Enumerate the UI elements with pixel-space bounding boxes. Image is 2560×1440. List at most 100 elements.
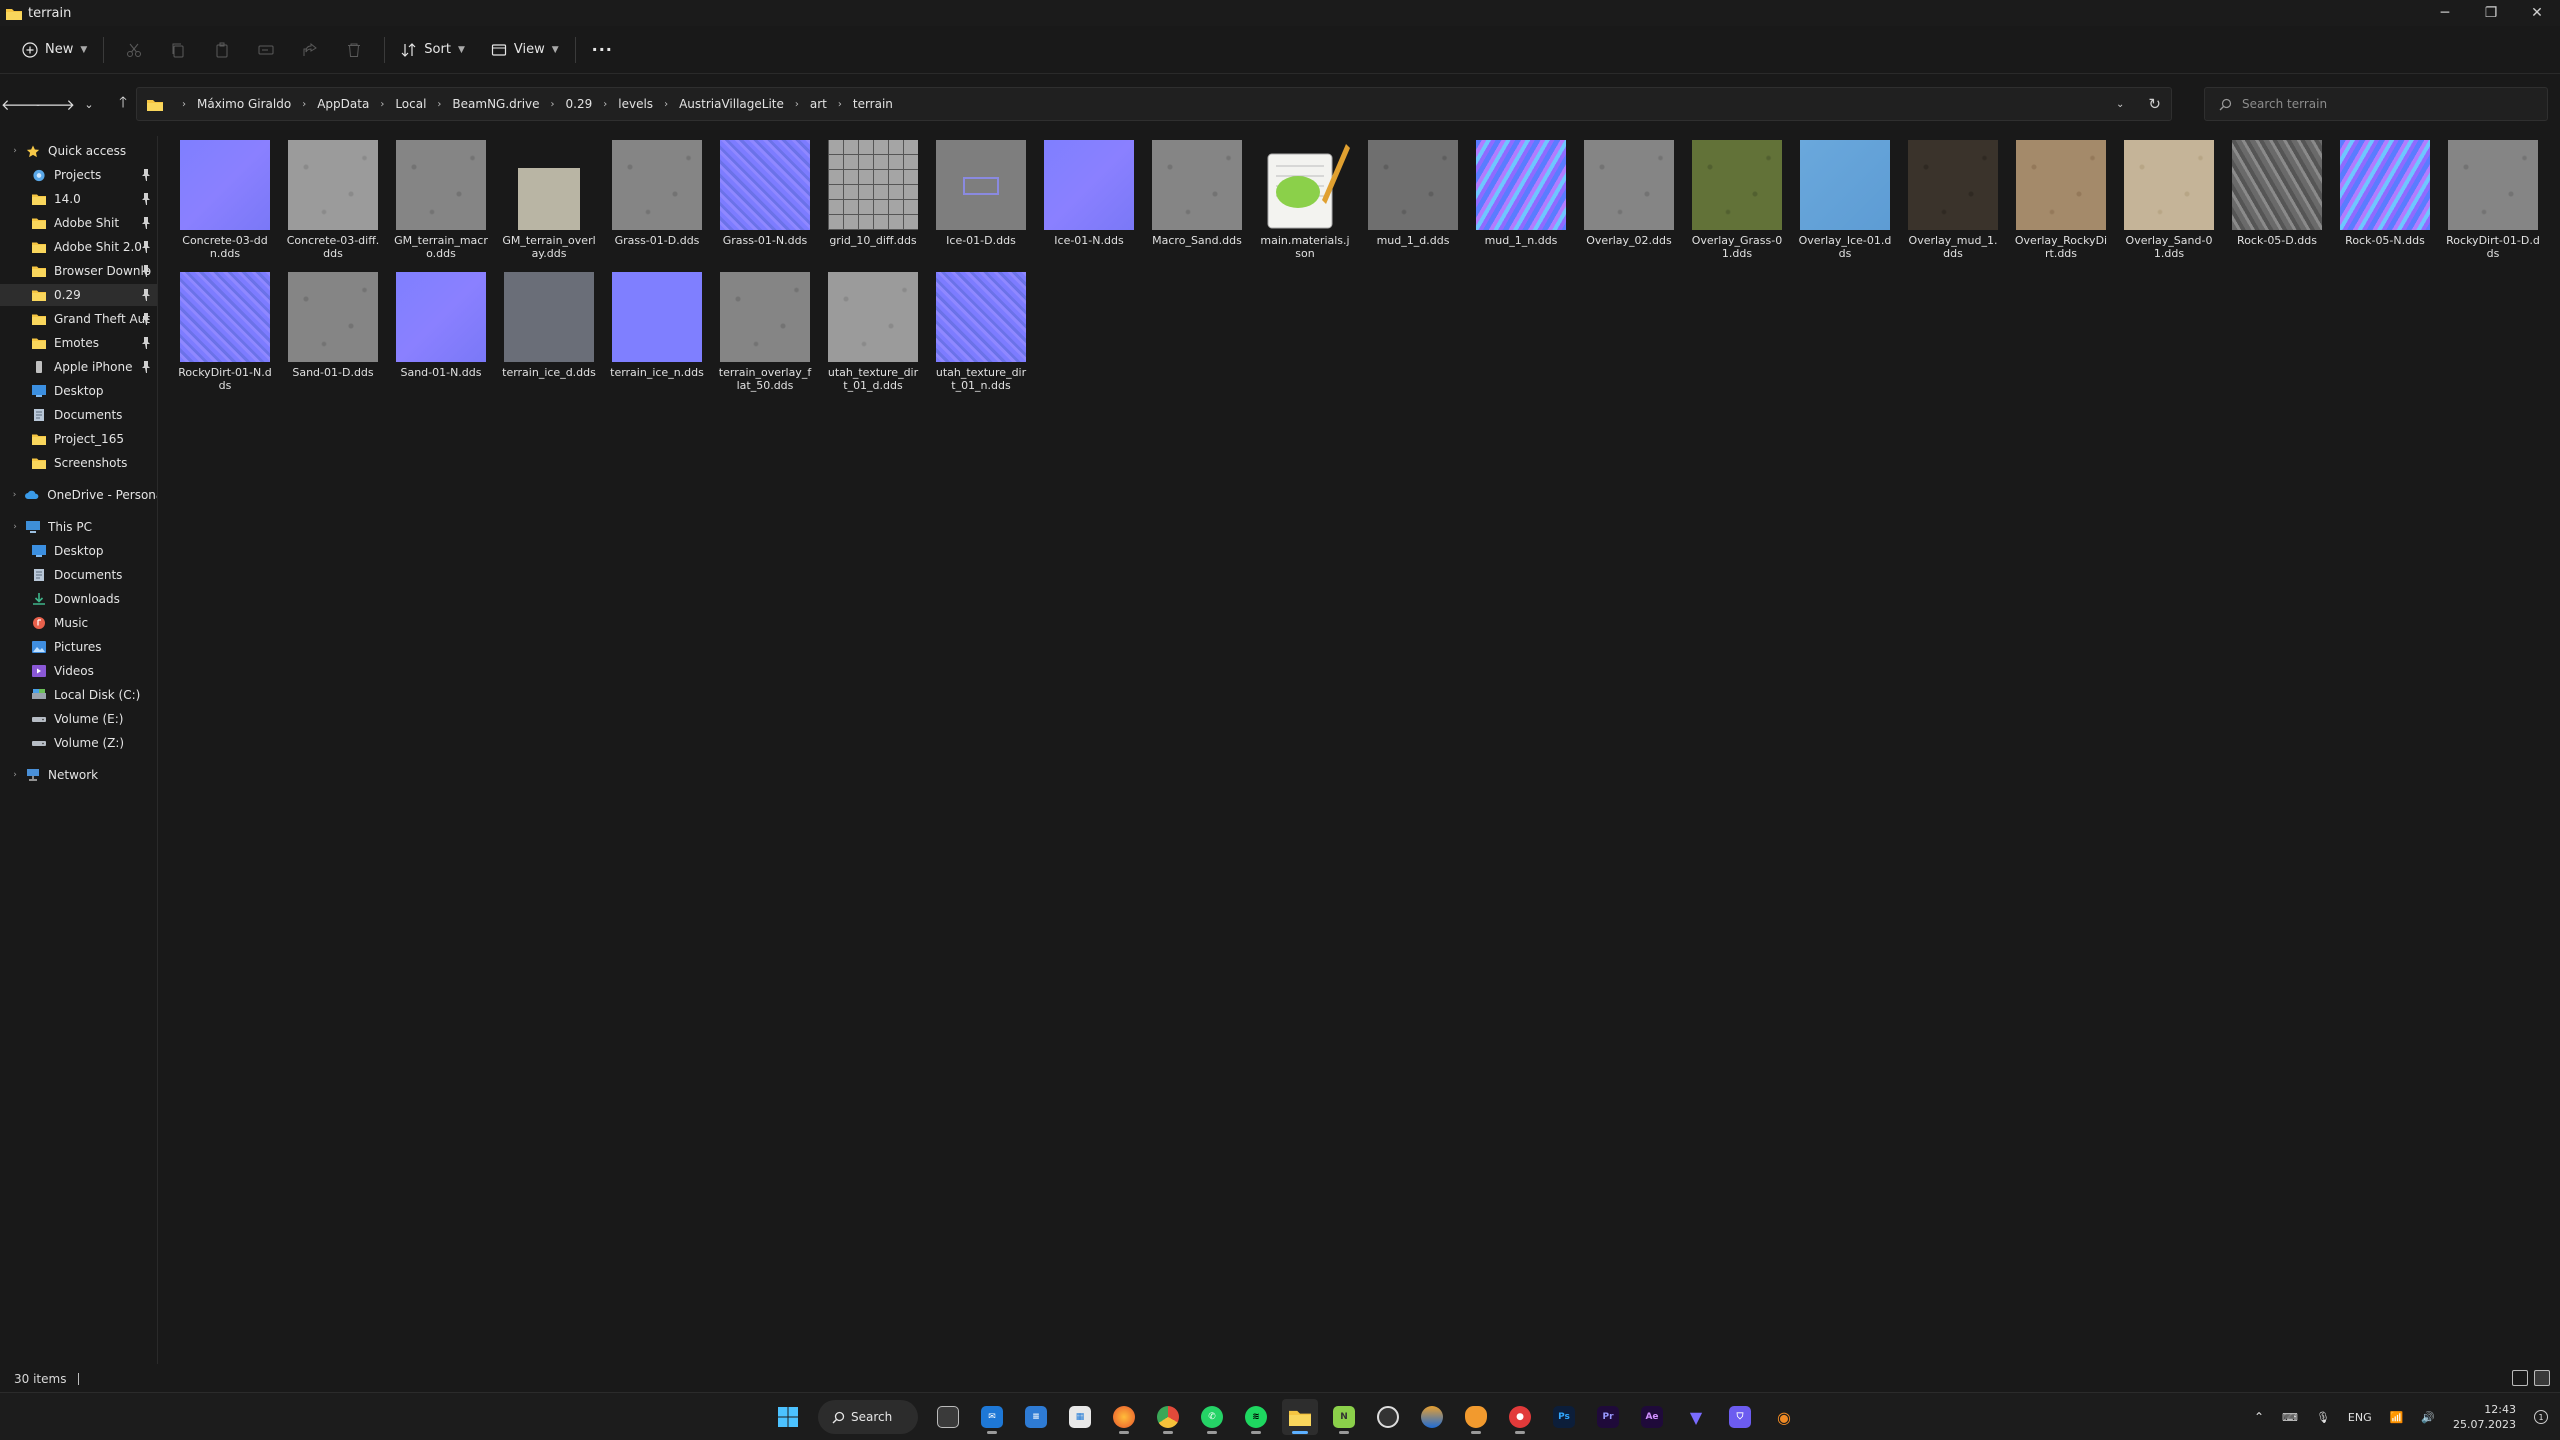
file-item[interactable]: Overlay_Sand-01.dds [2122,140,2216,268]
volume-icon[interactable]: 🔊 [2421,1411,2435,1424]
rename-icon[interactable] [244,33,288,67]
firefox-icon[interactable] [1106,1399,1142,1435]
minimize-button[interactable]: ─ [2422,0,2468,26]
spotify-icon[interactable]: ≋ [1238,1399,1274,1435]
obs-icon[interactable] [1370,1399,1406,1435]
more-options-button[interactable]: ··· [584,33,621,67]
search-input[interactable] [2242,97,2532,111]
file-item[interactable]: Concrete-03-diff.dds [286,140,380,268]
sidebar-item-quick-access[interactable]: › Quick access [0,140,157,162]
taskbar-search-button[interactable]: Search [818,1400,918,1434]
sidebar-item-pc[interactable]: Local Disk (C:) [0,684,157,706]
after-effects-icon[interactable]: Ae [1634,1399,1670,1435]
photoshop-icon[interactable]: Ps [1546,1399,1582,1435]
chevron-right-icon[interactable]: › [10,146,20,156]
chevron-right-icon[interactable]: › [838,99,842,110]
blender-icon[interactable]: ◉ [1766,1399,1802,1435]
up-button[interactable]: 🡑 [106,87,140,121]
file-item[interactable]: RockyDirt-01-D.dds [2446,140,2540,268]
delete-icon[interactable] [332,33,376,67]
sidebar-item-recent[interactable]: Screenshots [0,452,157,474]
details-view-button[interactable] [2512,1370,2528,1386]
breadcrumb-item[interactable]: Local [395,97,426,111]
sidebar-item-pc[interactable]: Volume (E:) [0,708,157,730]
file-item[interactable]: Ice-01-D.dds [934,140,1028,268]
sidebar-item-pinned[interactable]: 0.29 [0,284,157,306]
notepad-icon[interactable]: ≡ [1018,1399,1054,1435]
recorder-icon[interactable]: ● [1502,1399,1538,1435]
breadcrumb-item[interactable]: terrain [853,97,893,111]
address-bar[interactable]: › Máximo Giraldo › AppData › Local › BeamNG.dri… [136,87,2172,121]
chevron-right-icon[interactable]: › [664,99,668,110]
file-item[interactable]: Ice-01-N.dds [1042,140,1136,268]
cut-icon[interactable] [112,33,156,67]
chevron-right-icon[interactable]: › [10,490,19,500]
refresh-icon[interactable]: ↻ [2148,95,2161,113]
start-icon[interactable] [770,1399,806,1435]
file-item[interactable]: Overlay_Ice-01.dds [1798,140,1892,268]
paste-icon[interactable] [200,33,244,67]
file-item[interactable]: GM_terrain_macro.dds [394,140,488,268]
sidebar-item-pinned[interactable]: Emotes [0,332,157,354]
breadcrumb-item[interactable]: Máximo Giraldo [197,97,291,111]
view-button[interactable]: View ▼ [483,33,567,67]
copy-icon[interactable] [156,33,200,67]
file-item[interactable]: terrain_ice_n.dds [610,272,704,400]
file-item[interactable]: Rock-05-D.dds [2230,140,2324,268]
search-box[interactable] [2204,87,2548,121]
chevron-right-icon[interactable]: › [551,99,555,110]
file-item[interactable]: Sand-01-D.dds [286,272,380,400]
file-item[interactable]: main.materials.json [1258,140,1352,268]
file-item[interactable]: Concrete-03-ddn.dds [178,140,272,268]
fl-studio-icon[interactable] [1458,1399,1494,1435]
chevron-right-icon[interactable]: › [10,522,20,532]
file-item[interactable]: Grass-01-N.dds [718,140,812,268]
breadcrumb-item[interactable]: AppData [317,97,369,111]
breadcrumb-item[interactable]: AustriaVillageLite [679,97,784,111]
notepadpp-icon[interactable]: N [1326,1399,1362,1435]
chevron-right-icon[interactable]: › [380,99,384,110]
sidebar-item-pc[interactable]: Downloads [0,588,157,610]
clock[interactable]: 12:43 25.07.2023 [2453,1402,2516,1432]
sidebar-item-pc[interactable]: Volume (Z:) [0,732,157,754]
file-item[interactable]: Rock-05-N.dds [2338,140,2432,268]
sidebar-item-recent[interactable]: Documents [0,404,157,426]
file-item[interactable]: Grass-01-D.dds [610,140,704,268]
sidebar-item-recent[interactable]: Desktop [0,380,157,402]
sort-button[interactable]: Sort ▼ [393,33,473,67]
back-button[interactable]: 🡐 [1,87,41,121]
sidebar-item-pc[interactable]: Music [0,612,157,634]
file-item[interactable]: terrain_ice_d.dds [502,272,596,400]
chevron-right-icon[interactable]: › [302,99,306,110]
sidebar-item-recent[interactable]: Project_165 [0,428,157,450]
keyboard-icon[interactable]: ⌨ [2282,1411,2298,1424]
file-item[interactable]: Overlay_02.dds [1582,140,1676,268]
address-dropdown-icon[interactable]: ⌄ [2116,99,2124,110]
sidebar-item-pc[interactable]: Desktop [0,540,157,562]
file-item[interactable]: Overlay_Grass-01.dds [1690,140,1784,268]
task-view-icon[interactable] [930,1399,966,1435]
sidebar-item-pinned[interactable]: Apple iPhone [0,356,157,378]
file-item[interactable]: utah_texture_dirt_01_n.dds [934,272,1028,400]
chrome-icon[interactable] [1150,1399,1186,1435]
wifi-icon[interactable]: 📶 [2390,1411,2404,1424]
chevron-up-icon[interactable]: ⌃ [2254,1410,2264,1424]
file-item[interactable]: Macro_Sand.dds [1150,140,1244,268]
premiere-icon[interactable]: Pr [1590,1399,1626,1435]
file-item[interactable]: Overlay_RockyDirt.dds [2014,140,2108,268]
file-item[interactable]: Overlay_mud_1.dds [1906,140,2000,268]
vpn-icon[interactable]: ▼ [1678,1399,1714,1435]
chevron-right-icon[interactable]: › [10,770,20,780]
share-icon[interactable] [288,33,332,67]
sidebar-item-pinned[interactable]: 14.0 [0,188,157,210]
file-item[interactable]: Sand-01-N.dds [394,272,488,400]
microphone-icon[interactable]: 🎙 [2316,1411,2330,1424]
notification-icon[interactable]: 1 [2534,1410,2548,1424]
shield-icon[interactable]: ⛉ [1722,1399,1758,1435]
file-item[interactable]: mud_1_n.dds [1474,140,1568,268]
chevron-right-icon[interactable]: › [795,99,799,110]
file-item[interactable]: GM_terrain_overlay.dds [502,140,596,268]
sidebar-item-pinned[interactable]: Projects [0,164,157,186]
close-button[interactable]: ✕ [2514,0,2560,26]
file-item[interactable]: terrain_overlay_flat_50.dds [718,272,812,400]
